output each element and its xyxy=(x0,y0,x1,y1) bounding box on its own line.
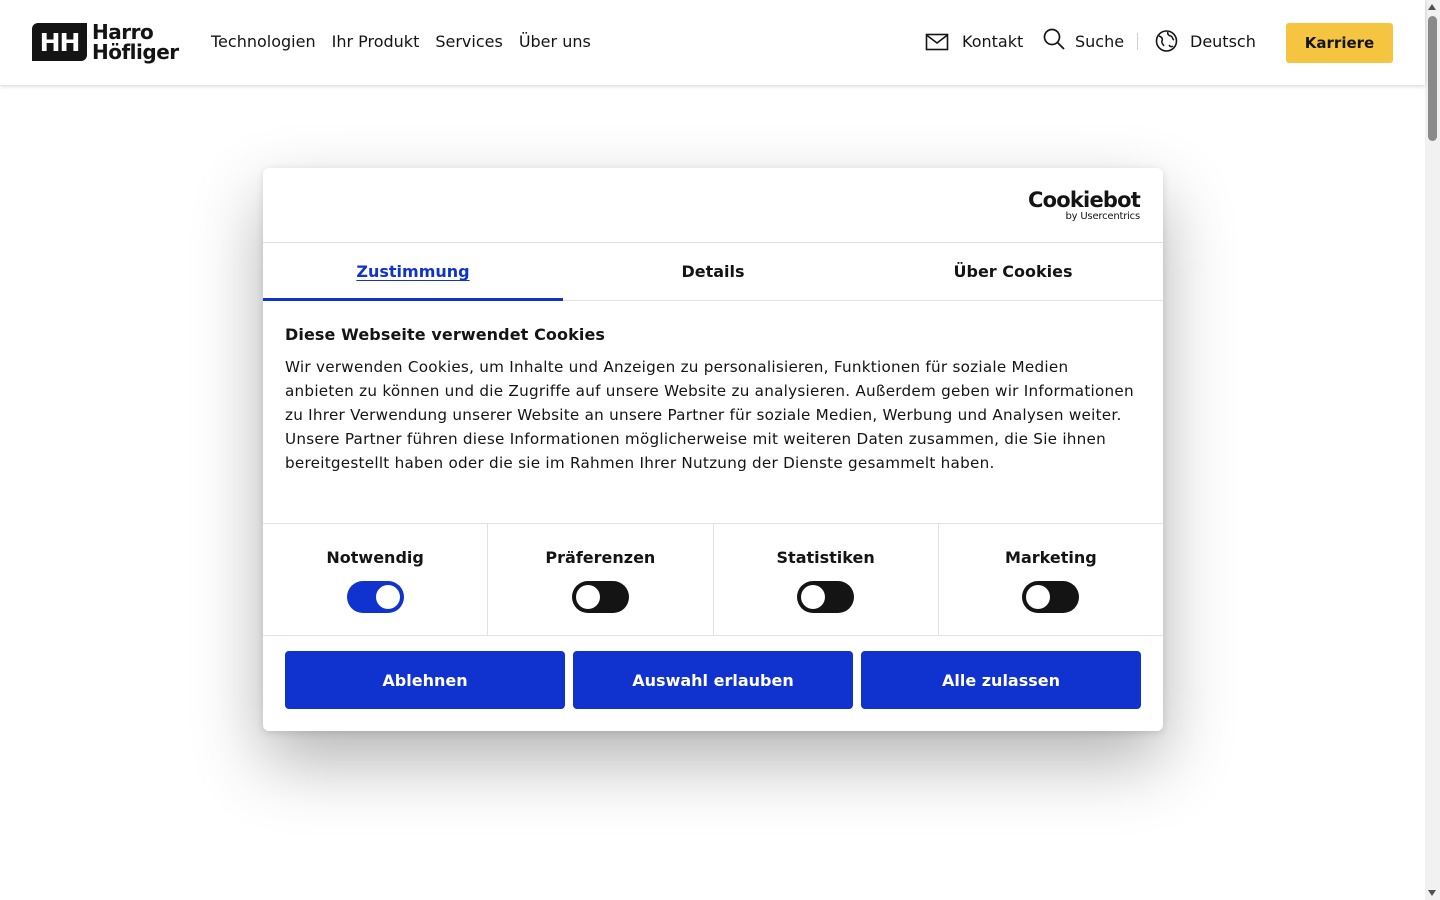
tab-ueber-cookies[interactable]: Über Cookies xyxy=(863,243,1163,300)
contact-label: Kontakt xyxy=(962,31,1024,51)
toggle-praeferenzen[interactable] xyxy=(571,581,629,613)
toggle-group-notwendig: Notwendig xyxy=(263,524,489,635)
allow-selection-button[interactable]: Auswahl erlauben xyxy=(573,651,853,709)
toggle-knob xyxy=(1026,585,1051,609)
nav-item-ihr-produkt[interactable]: Ihr Produkt xyxy=(332,32,420,51)
page-scrollbar[interactable] xyxy=(1425,0,1440,900)
language-selector[interactable]: Deutsch xyxy=(1155,28,1256,54)
toggle-label-notwendig: Notwendig xyxy=(326,548,424,567)
cookie-body: Diese Webseite verwendet Cookies Wir ver… xyxy=(263,301,1163,523)
decline-button[interactable]: Ablehnen xyxy=(285,651,565,709)
scroll-down-arrow-icon[interactable] xyxy=(1428,890,1436,896)
logo-wordmark: Harro Höfliger xyxy=(92,22,179,62)
logo-line-2: Höfliger xyxy=(92,40,179,64)
mail-icon xyxy=(925,28,949,54)
globe-icon xyxy=(1155,28,1178,54)
cookiebot-logo[interactable]: Cookiebot by Usercentrics xyxy=(1028,188,1141,223)
logo-mark: HH xyxy=(32,23,87,61)
allow-all-button[interactable]: Alle zulassen xyxy=(861,651,1141,709)
language-label: Deutsch xyxy=(1190,31,1256,51)
toggle-marketing[interactable] xyxy=(1022,581,1080,613)
scroll-up-arrow-icon[interactable] xyxy=(1428,4,1436,10)
tab-zustimmung[interactable]: Zustimmung xyxy=(263,243,563,301)
main-nav: Technologien Ihr Produkt Services Über u… xyxy=(211,32,591,51)
toggle-statistiken[interactable] xyxy=(797,581,855,613)
logo-line-1: Harro xyxy=(92,20,154,44)
site-header: HH Harro Höfliger Technologien Ihr Produ… xyxy=(0,0,1425,85)
nav-item-ueber-uns[interactable]: Über uns xyxy=(519,32,591,51)
toggle-label-marketing: Marketing xyxy=(1005,548,1097,567)
tab-details[interactable]: Details xyxy=(563,243,863,300)
cookie-description: Wir verwenden Cookies, um Inhalte und An… xyxy=(285,358,1134,472)
cookie-tabs: Zustimmung Details Über Cookies xyxy=(263,243,1163,301)
header-divider xyxy=(1137,33,1138,50)
toggle-group-statistiken: Statistiken xyxy=(714,524,939,635)
nav-item-services[interactable]: Services xyxy=(435,32,502,51)
harro-hoefliger-logo[interactable]: HH Harro Höfliger xyxy=(32,21,179,63)
cookie-category-toggles: Notwendig Präferenzen Statistiken Market… xyxy=(263,523,1163,636)
nav-item-technologien[interactable]: Technologien xyxy=(211,32,316,51)
toggle-knob xyxy=(375,585,400,609)
cookiebot-wordmark: Cookiebot xyxy=(1028,188,1141,212)
contact-link[interactable]: Kontakt xyxy=(925,28,1023,54)
cookie-consent-dialog: Cookiebot by Usercentrics Zustimmung Det… xyxy=(263,168,1163,731)
search-icon xyxy=(1043,28,1065,54)
toggle-group-praeferenzen: Präferenzen xyxy=(488,524,714,635)
toggle-label-statistiken: Statistiken xyxy=(776,548,875,567)
search-label: Suche xyxy=(1075,31,1125,51)
toggle-group-marketing: Marketing xyxy=(939,524,1163,635)
toggle-notwendig[interactable] xyxy=(346,581,404,613)
cookie-action-buttons: Ablehnen Auswahl erlauben Alle zulassen xyxy=(263,636,1163,709)
toggle-label-praeferenzen: Präferenzen xyxy=(545,548,656,567)
toggle-knob xyxy=(801,585,826,609)
karriere-button[interactable]: Karriere xyxy=(1286,23,1393,63)
cookie-heading: Diese Webseite verwendet Cookies xyxy=(285,325,606,344)
cookie-dialog-header: Cookiebot by Usercentrics xyxy=(263,168,1163,243)
scrollbar-thumb[interactable] xyxy=(1428,16,1437,141)
toggle-knob xyxy=(575,585,600,609)
search-link[interactable]: Suche xyxy=(1043,28,1124,54)
cookiebot-sub: by Usercentrics xyxy=(1065,211,1140,222)
